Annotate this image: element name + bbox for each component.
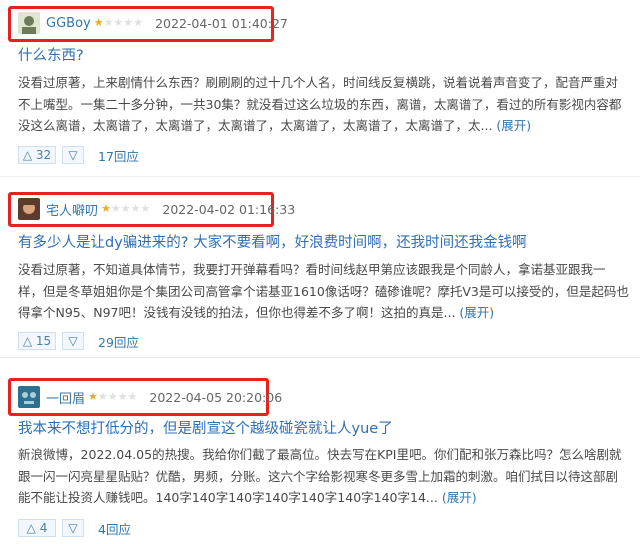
review-actions: △ 15 ▽ 29回应 (18, 330, 139, 352)
star-icon: ★ (88, 390, 98, 403)
username[interactable]: 一回眉 (46, 388, 85, 407)
star-icon: ★ (123, 16, 134, 29)
triangle-down-icon: ▽ (68, 148, 78, 162)
upvote-button[interactable]: △ 32 (18, 146, 56, 164)
review-body: 没看过原著，上来剧情什么东西？刷刷刷的过十几个人名，时间线反复横跳，说着说着声音… (18, 72, 630, 137)
triangle-up-icon: △ (22, 148, 33, 162)
star-icon: ★ (93, 16, 104, 29)
review-date: 2022-04-02 01:16:33 (162, 201, 296, 217)
triangle-up-icon: △ (26, 521, 36, 535)
avatar[interactable] (18, 386, 40, 408)
reply-link[interactable]: 17回应 (98, 146, 139, 165)
expand-link[interactable]: (展开) (459, 305, 494, 320)
review-date: 2022-04-01 01:40:27 (155, 15, 288, 31)
triangle-up-icon: △ (22, 334, 33, 348)
review-actions: △ 32 ▽ 17回应 (18, 144, 139, 166)
review-header: 一回眉 ★ ★ ★ ★ ★ 2022-04-05 20:20:06 (18, 385, 282, 409)
avatar[interactable] (18, 12, 40, 34)
downvote-button[interactable]: ▽ (62, 332, 84, 350)
review-header: 宅人噼叨 ★ ★ ★ ★ ★ 2022-04-02 01:16:33 (18, 197, 295, 221)
upvote-count: 4 (39, 521, 48, 535)
reply-link[interactable]: 4回应 (98, 519, 131, 538)
star-icon: ★ (120, 202, 131, 215)
triangle-down-icon: ▽ (68, 521, 78, 535)
star-icon: ★ (130, 202, 141, 215)
review-item: 宅人噼叨 ★ ★ ★ ★ ★ 2022-04-02 01:16:33 有多少人是让dy骗… (0, 177, 640, 358)
avatar[interactable] (18, 198, 40, 220)
upvote-count: 32 (35, 148, 52, 162)
expand-link[interactable]: (展开) (496, 118, 531, 133)
star-icon: ★ (107, 390, 118, 403)
review-body: 没看过原著，不知道具体情节，我要打开弹幕看吗？看时间线赵甲第应该跟我是个同龄人，… (18, 259, 630, 324)
star-icon: ★ (110, 202, 121, 215)
triangle-down-icon: ▽ (68, 334, 78, 348)
username[interactable]: GGBoy (46, 16, 91, 31)
star-icon: ★ (117, 390, 128, 403)
rating-stars: ★ ★ ★ ★ ★ (94, 17, 143, 29)
downvote-button[interactable]: ▽ (62, 146, 84, 164)
review-title[interactable]: 有多少人是让dy骗进来的? 大家不要看啊，好浪费时间啊，还我时间还我金钱啊 (18, 231, 527, 252)
star-icon: ★ (101, 202, 111, 215)
review-title[interactable]: 我本来不想打低分的，但是剧宣这个越级碰瓷就让人yue了 (18, 417, 393, 438)
review-item: 一回眉 ★ ★ ★ ★ ★ 2022-04-05 20:20:06 我本来不想打低分的，… (0, 358, 640, 544)
upvote-count: 15 (35, 334, 52, 348)
star-icon: ★ (140, 202, 151, 215)
review-text: 新浪微博，2022.04.05的热搜。我给你们截了最高位。快去写在KPI里吧。你… (18, 447, 622, 505)
star-icon: ★ (133, 16, 144, 29)
review-text: 没看过原著，不知道具体情节，我要打开弹幕看吗？看时间线赵甲第应该跟我是个同龄人，… (18, 262, 629, 320)
rating-stars: ★ ★ ★ ★ ★ (88, 391, 137, 403)
expand-link[interactable]: (展开) (442, 490, 477, 505)
star-icon: ★ (103, 16, 114, 29)
reply-link[interactable]: 29回应 (98, 332, 139, 351)
review-item: GGBoy ★ ★ ★ ★ ★ 2022-04-01 01:40:27 什么东西? 没看… (0, 0, 640, 177)
upvote-button[interactable]: △ 15 (18, 332, 56, 350)
star-icon: ★ (127, 390, 138, 403)
review-body: 新浪微博，2022.04.05的热搜。我给你们截了最高位。快去写在KPI里吧。你… (18, 444, 630, 509)
star-icon: ★ (97, 390, 108, 403)
review-date: 2022-04-05 20:20:06 (149, 389, 283, 405)
username[interactable]: 宅人噼叨 (46, 200, 98, 219)
review-header: GGBoy ★ ★ ★ ★ ★ 2022-04-01 01:40:27 (18, 11, 288, 35)
rating-stars: ★ ★ ★ ★ ★ (101, 203, 150, 215)
review-actions: △ 4 ▽ 4回应 (18, 517, 131, 539)
review-title[interactable]: 什么东西? (18, 44, 84, 65)
upvote-button[interactable]: △ 4 (18, 519, 56, 537)
star-icon: ★ (113, 16, 124, 29)
downvote-button[interactable]: ▽ (62, 519, 84, 537)
